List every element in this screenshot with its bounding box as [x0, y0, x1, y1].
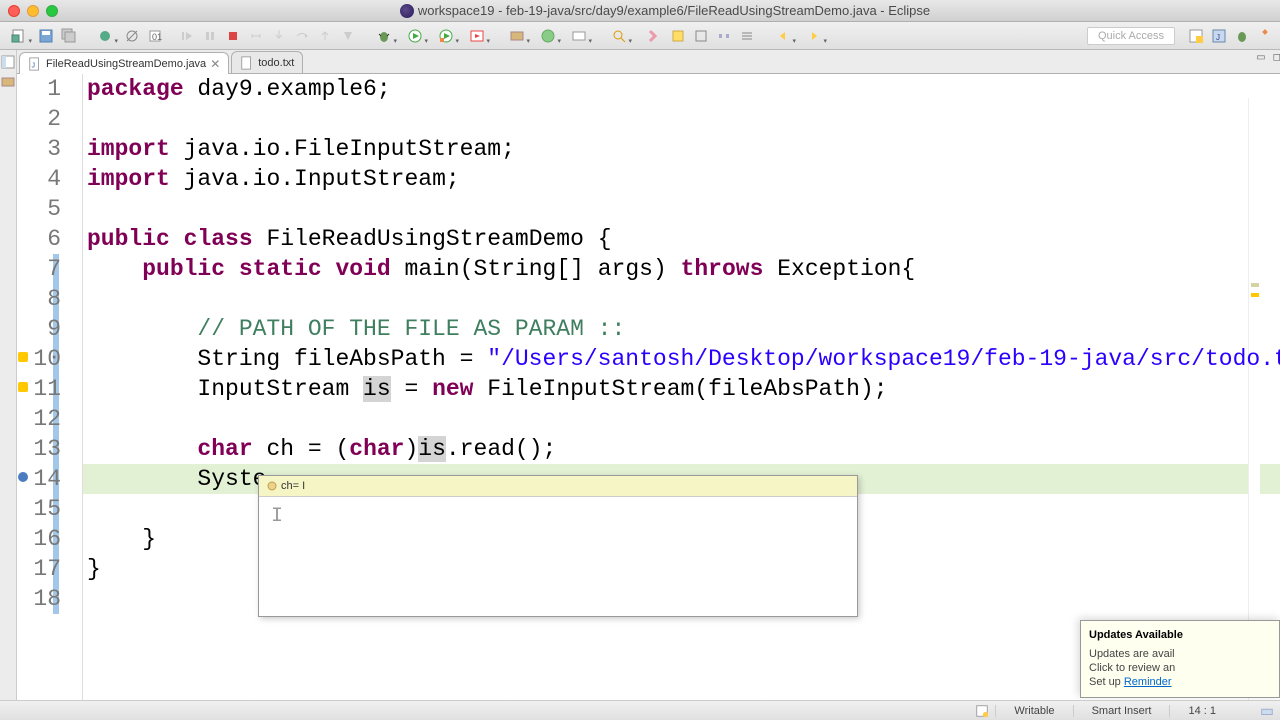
main-toolbar: 01 Quick Access J: [0, 22, 1280, 50]
tab-file-txt[interactable]: todo.txt: [231, 51, 303, 73]
reminder-link[interactable]: Reminder: [1124, 676, 1172, 688]
step-over-button[interactable]: [291, 25, 313, 47]
updates-text-3: Set up: [1089, 676, 1124, 688]
toggle-whitespace-button[interactable]: [713, 25, 735, 47]
updates-text-2: Click to review an: [1089, 662, 1175, 674]
window-title-text: workspace19 - feb-19-java/src/day9/examp…: [418, 3, 930, 18]
zoom-window-button[interactable]: [46, 5, 58, 17]
hover-variable-label: ch= I: [281, 480, 305, 492]
close-window-button[interactable]: [8, 5, 20, 17]
debug-button[interactable]: [369, 25, 399, 47]
left-trim: [0, 50, 17, 700]
tab-file-java[interactable]: J FileReadUsingStreamDemo.java ✕: [19, 52, 229, 74]
new-class-button[interactable]: [533, 25, 563, 47]
drop-frame-button[interactable]: [337, 25, 359, 47]
svg-text:01: 01: [152, 32, 162, 42]
toggle-highlight-button[interactable]: [667, 25, 689, 47]
toggle-mark-button[interactable]: [644, 25, 666, 47]
window-controls: [8, 5, 58, 17]
titlebar: workspace19 - feb-19-java/src/day9/examp…: [0, 0, 1280, 22]
eclipse-icon: [400, 4, 414, 18]
svg-text:J: J: [32, 62, 36, 69]
search-button[interactable]: [604, 25, 634, 47]
java-file-icon: J: [28, 57, 42, 71]
folding-bar: [69, 74, 83, 700]
coverage-button[interactable]: [431, 25, 461, 47]
disconnect-button[interactable]: [245, 25, 267, 47]
variable-icon: [267, 481, 277, 491]
new-button[interactable]: [4, 25, 34, 47]
line-numbers: 123456789101112131415161718: [17, 74, 69, 700]
step-return-button[interactable]: [314, 25, 336, 47]
git-perspective-button[interactable]: [1254, 25, 1276, 47]
writable-status: Writable: [995, 705, 1072, 717]
resume-button[interactable]: [176, 25, 198, 47]
tab-close-button[interactable]: ✕: [210, 57, 220, 71]
package-explorer-icon[interactable]: [0, 74, 16, 90]
hover-value: I: [271, 505, 283, 528]
toggle-block-button[interactable]: [690, 25, 712, 47]
minimize-window-button[interactable]: [27, 5, 39, 17]
breakpoint-button[interactable]: [90, 25, 120, 47]
maximize-editor-button[interactable]: ◻: [1270, 52, 1280, 66]
nav-forward-button[interactable]: [799, 25, 829, 47]
insert-mode-status: Smart Insert: [1073, 705, 1170, 717]
nav-back-button[interactable]: [768, 25, 798, 47]
tab-label: todo.txt: [258, 57, 294, 69]
status-icon[interactable]: [975, 704, 989, 718]
perspective-open-button[interactable]: [1185, 25, 1207, 47]
suspend-button[interactable]: [199, 25, 221, 47]
restore-view-icon[interactable]: [0, 54, 16, 70]
java-perspective-button[interactable]: J: [1208, 25, 1230, 47]
skip-breakpoints-button[interactable]: [121, 25, 143, 47]
step-into-button[interactable]: [268, 25, 290, 47]
quick-access-field[interactable]: Quick Access: [1087, 27, 1175, 45]
tab-label: FileReadUsingStreamDemo.java: [46, 58, 206, 70]
hover-body: I: [259, 496, 857, 616]
updates-text-1: Updates are avail: [1089, 648, 1175, 660]
show-list-button[interactable]: [736, 25, 758, 47]
external-run-button[interactable]: [462, 25, 492, 47]
debug-perspective-button[interactable]: [1231, 25, 1253, 47]
window-title: workspace19 - feb-19-java/src/day9/examp…: [58, 3, 1272, 18]
save-button[interactable]: [35, 25, 57, 47]
updates-notification[interactable]: Updates Available Updates are avail Clic…: [1080, 620, 1280, 698]
trim-icon[interactable]: [1260, 704, 1274, 718]
cursor-position-status: 14 : 1: [1169, 705, 1234, 717]
run-button[interactable]: [400, 25, 430, 47]
editor-tabs: J FileReadUsingStreamDemo.java ✕ todo.tx…: [17, 50, 1280, 74]
svg-text:J: J: [1216, 33, 1220, 42]
debug-hover-tooltip[interactable]: ch= I I: [258, 475, 858, 617]
updates-title: Updates Available: [1089, 629, 1271, 641]
minimize-editor-button[interactable]: ▭: [1254, 52, 1268, 66]
open-type-button[interactable]: [564, 25, 594, 47]
save-all-button[interactable]: [58, 25, 80, 47]
build-button[interactable]: 01: [144, 25, 166, 47]
terminate-button[interactable]: [222, 25, 244, 47]
text-file-icon: [240, 56, 254, 70]
new-package-button[interactable]: [502, 25, 532, 47]
status-bar: Writable Smart Insert 14 : 1: [0, 700, 1280, 720]
